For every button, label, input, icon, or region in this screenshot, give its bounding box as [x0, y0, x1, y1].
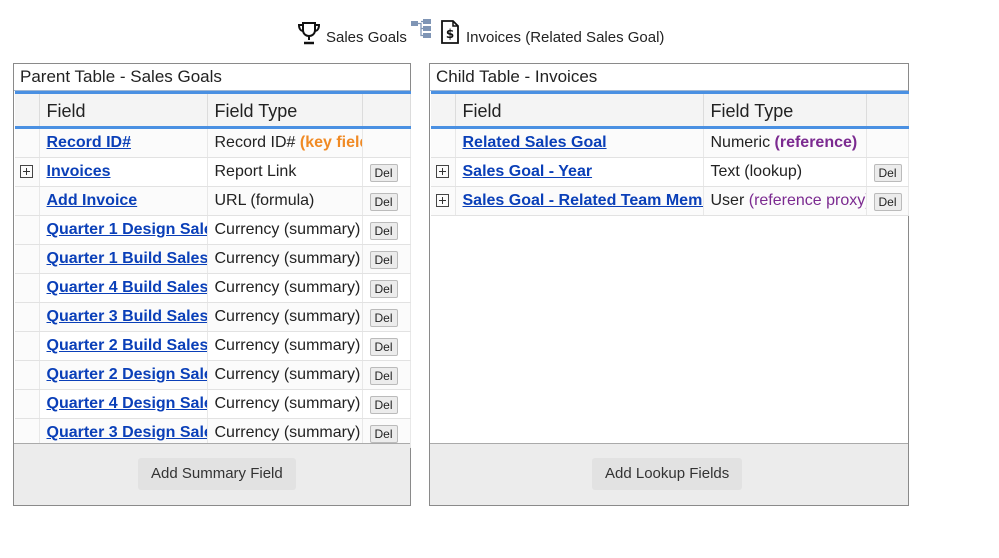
delete-button[interactable]: Del — [369, 396, 398, 414]
table-row: Record ID# Record ID# (key field) — [15, 127, 411, 158]
field-link[interactable]: Sales Goal - Related Team Member — [463, 192, 703, 209]
parent-table-panel: Parent Table - Sales Goals Field Field T… — [13, 63, 411, 506]
field-link[interactable]: Quarter 1 Build Sales — [47, 250, 207, 267]
table-row: Quarter 4 Build Sales Currency (summary)… — [15, 273, 411, 303]
table-row: Quarter 1 Design Sales Currency (summary… — [15, 215, 411, 245]
action-column-header — [866, 91, 909, 129]
trophy-icon — [297, 22, 321, 45]
relationship-icon — [411, 19, 431, 38]
field-type: Text (lookup) — [710, 163, 803, 180]
delete-button[interactable]: Del — [369, 193, 398, 211]
delete-button[interactable]: Del — [873, 164, 902, 182]
add-lookup-fields-button[interactable]: Add Lookup Fields — [592, 458, 743, 490]
field-link[interactable]: Quarter 4 Build Sales — [47, 279, 207, 296]
table-row: Quarter 2 Design Sales Currency (summary… — [15, 360, 411, 390]
field-type: Numeric — [710, 134, 771, 151]
field-link[interactable]: Quarter 4 Design Sales — [47, 395, 207, 412]
expand-column-header — [15, 91, 40, 129]
field-link[interactable]: Quarter 2 Build Sales — [47, 337, 207, 354]
field-type: Currency (summary) — [214, 279, 361, 296]
expand-icon[interactable] — [436, 165, 450, 179]
table-row: Quarter 1 Build Sales Currency (summary)… — [15, 244, 411, 274]
delete-button[interactable]: Del — [369, 280, 398, 298]
invoice-dollar-icon: $ — [441, 20, 459, 44]
field-type: Record ID# — [214, 134, 296, 151]
table-row: Quarter 3 Build Sales Currency (summary)… — [15, 302, 411, 332]
table-row: Sales Goal - Related Team Member User (r… — [431, 186, 909, 216]
table-row: Sales Goal - Year Text (lookup) Del — [431, 157, 909, 187]
delete-button[interactable]: Del — [873, 193, 902, 211]
field-link[interactable]: Record ID# — [47, 134, 131, 151]
field-link[interactable]: Quarter 2 Design Sales — [47, 366, 207, 383]
field-type: Currency (summary) — [214, 424, 361, 441]
field-link[interactable]: Quarter 3 Build Sales — [47, 308, 207, 325]
child-fields-table: Field Field Type Related Sales Goal Nume… — [431, 91, 909, 216]
field-type: Currency (summary) — [214, 308, 361, 325]
field-type: Currency (summary) — [214, 366, 361, 383]
delete-button[interactable]: Del — [369, 251, 398, 269]
delete-button[interactable]: Del — [369, 367, 398, 385]
parent-panel-footer: Add Summary Field — [14, 443, 410, 505]
field-link[interactable]: Invoices — [47, 163, 111, 180]
child-table-label[interactable]: Invoices (Related Sales Goal) — [466, 29, 664, 46]
field-type: User — [710, 192, 745, 209]
table-row: Add Invoice URL (formula) Del — [15, 186, 411, 216]
field-type: Currency (summary) — [214, 395, 361, 412]
field-link[interactable]: Sales Goal - Year — [463, 163, 593, 180]
table-row: Quarter 2 Build Sales Currency (summary)… — [15, 331, 411, 361]
child-panel-title: Child Table - Invoices — [430, 64, 908, 91]
field-type-column-header: Field Type — [207, 91, 363, 129]
delete-button[interactable]: Del — [369, 222, 398, 240]
reference-tag: (reference) — [774, 134, 858, 151]
delete-button[interactable]: Del — [369, 338, 398, 356]
field-link[interactable]: Add Invoice — [47, 192, 138, 209]
reference-proxy-tag: (reference proxy) — [748, 192, 866, 209]
expand-icon[interactable] — [436, 194, 450, 208]
key-field-tag: (key field) — [299, 134, 361, 151]
field-type: Currency (summary) — [214, 250, 361, 267]
add-summary-field-button[interactable]: Add Summary Field — [138, 458, 296, 490]
table-row: Related Sales Goal Numeric (reference) — [431, 127, 909, 158]
table-header-row: Field Field Type — [15, 91, 411, 129]
field-type: Currency (summary) — [214, 221, 361, 238]
action-column-header — [362, 91, 411, 129]
expand-icon[interactable] — [20, 165, 34, 179]
field-link[interactable]: Quarter 3 Design Sales — [47, 424, 207, 441]
delete-button[interactable]: Del — [369, 425, 398, 443]
field-type: Report Link — [214, 163, 297, 180]
field-type: URL (formula) — [214, 192, 315, 209]
delete-button[interactable]: Del — [369, 164, 398, 182]
field-column-header: Field — [39, 91, 208, 129]
field-link[interactable]: Quarter 1 Design Sales — [47, 221, 207, 238]
field-column-header: Field — [455, 91, 704, 129]
parent-panel-title: Parent Table - Sales Goals — [14, 64, 410, 91]
child-panel-footer: Add Lookup Fields — [430, 443, 908, 505]
parent-table-label[interactable]: Sales Goals — [326, 29, 407, 46]
child-table-panel: Child Table - Invoices Field Field Type … — [429, 63, 909, 506]
field-type: Currency (summary) — [214, 337, 361, 354]
field-type-column-header: Field Type — [703, 91, 867, 129]
parent-fields-table: Field Field Type Record ID# Record ID# (… — [15, 91, 411, 448]
expand-column-header — [431, 91, 456, 129]
table-row: Quarter 4 Design Sales Currency (summary… — [15, 389, 411, 419]
svg-text:$: $ — [446, 27, 454, 41]
table-row: Invoices Report Link Del — [15, 157, 411, 187]
relationship-header: Sales Goals $ Invoices (Related Sales Go… — [0, 16, 999, 50]
delete-button[interactable]: Del — [369, 309, 398, 327]
table-header-row: Field Field Type — [431, 91, 909, 129]
field-link[interactable]: Related Sales Goal — [463, 134, 607, 151]
